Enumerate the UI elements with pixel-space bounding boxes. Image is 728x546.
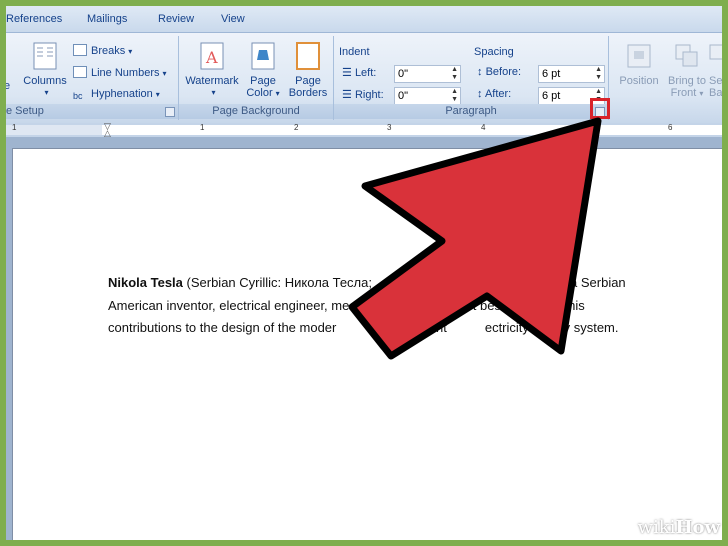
word-window: References Mailings Review View e Column… [6, 6, 722, 540]
pointer-arrow-icon [348, 117, 602, 360]
watermark-wiki: wiki [637, 517, 676, 538]
wikihow-watermark: wikiHow [638, 517, 720, 538]
watermark-how: How [675, 517, 720, 538]
